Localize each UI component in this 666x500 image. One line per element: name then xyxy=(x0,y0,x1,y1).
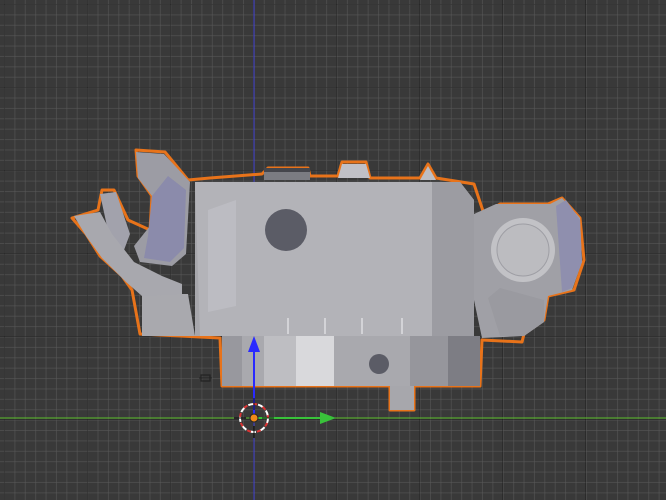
mesh-top-bump xyxy=(338,164,370,178)
mesh-left-panel xyxy=(208,200,236,312)
lamp-icon[interactable] xyxy=(199,374,212,382)
mesh-bottom-light-panel xyxy=(296,336,334,386)
3d-viewport[interactable] xyxy=(0,0,666,500)
3d-cursor-icon[interactable] xyxy=(234,398,274,438)
mesh-bottom-port xyxy=(369,354,389,374)
mesh-lower-base xyxy=(142,294,195,336)
mesh-bottom-tab xyxy=(390,386,414,410)
selected-mesh-object[interactable] xyxy=(70,148,586,412)
mesh-porthole xyxy=(265,209,307,251)
viewport-canvas xyxy=(0,0,666,500)
mesh-right-panel xyxy=(432,182,474,336)
